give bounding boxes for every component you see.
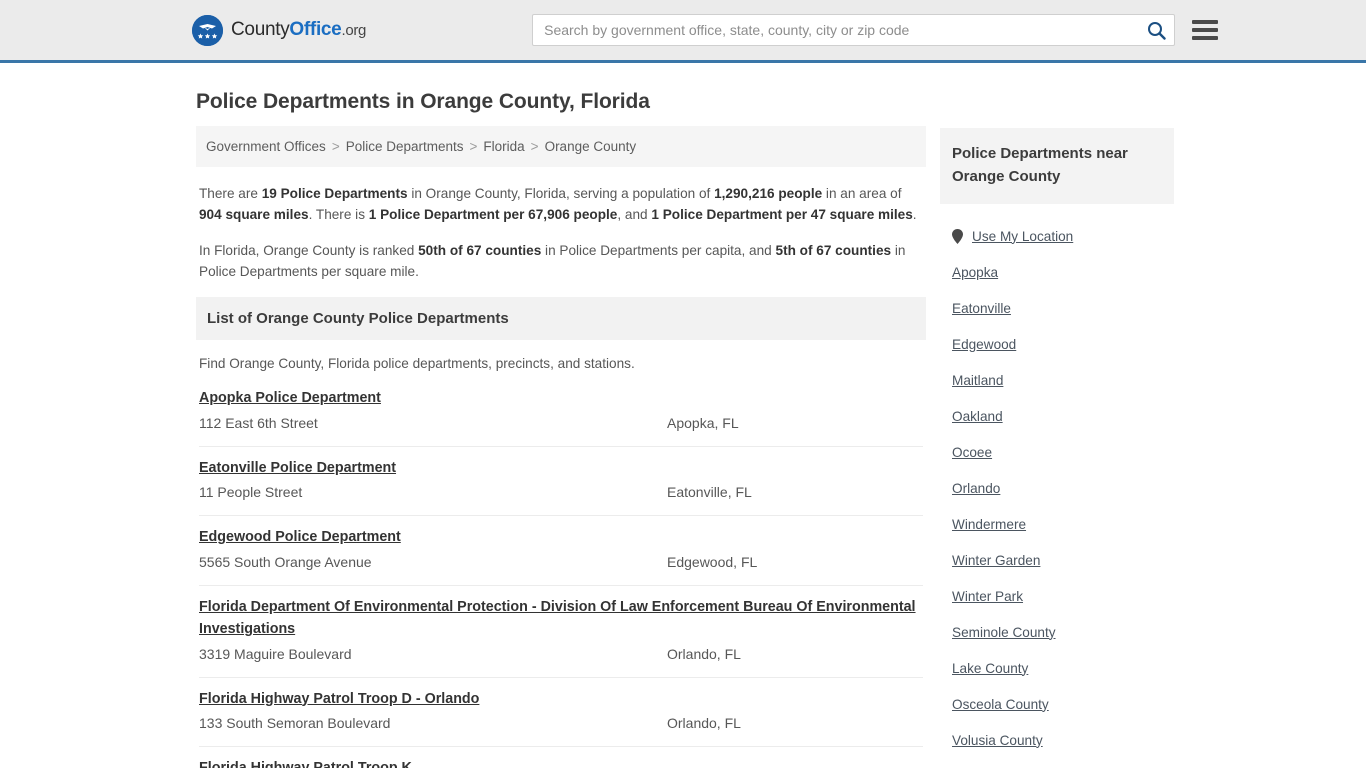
search-icon: [1147, 21, 1166, 40]
sidebar-item-winter-garden[interactable]: Winter Garden: [940, 542, 1174, 578]
sidebar-link-label: Eatonville: [952, 300, 1011, 316]
sidebar-item-maitland[interactable]: Maitland: [940, 362, 1174, 398]
department-city: Apopka, FL: [667, 414, 739, 431]
breadcrumb-item-1[interactable]: Government Offices: [206, 139, 326, 154]
menu-bar-2: [1192, 28, 1219, 32]
department-list: Apopka Police Department 112 East 6th Str…: [196, 381, 926, 768]
sidebar-link-label: Oakland: [952, 408, 1003, 424]
sidebar: Police Departments near Orange County Us…: [940, 63, 1174, 768]
sidebar-link-label: Osceola County: [952, 696, 1049, 712]
department-address: 133 South Semoran Boulevard: [199, 715, 391, 731]
menu-bar-3: [1192, 36, 1219, 40]
search-container: [532, 14, 1176, 46]
menu-bar-1: [1192, 20, 1219, 24]
sidebar-item-edgewood[interactable]: Edgewood: [940, 326, 1174, 362]
sidebar-item-oakland[interactable]: Oakland: [940, 398, 1174, 434]
breadcrumb-separator: >: [331, 139, 340, 154]
department-row: Florida Highway Patrol Troop D - Orlando…: [199, 678, 923, 747]
brand-tld: .org: [341, 22, 367, 39]
search-button[interactable]: [1143, 17, 1169, 43]
sidebar-item-use-my-location[interactable]: Use My Location: [940, 218, 1174, 254]
hamburger-menu-button[interactable]: [1192, 17, 1219, 43]
stats-paragraph: There are 19 Police Departments in Orang…: [199, 186, 917, 222]
department-row: Edgewood Police Department 5565 South Ora…: [199, 516, 923, 586]
list-subtext: Find Orange County, Florida police depar…: [199, 356, 635, 371]
sidebar-item-seminole-county[interactable]: Seminole County: [940, 614, 1174, 650]
sidebar-link-label: Seminole County: [952, 624, 1056, 640]
list-heading: List of Orange County Police Departments: [196, 297, 926, 340]
rank-paragraph: In Florida, Orange County is ranked 50th…: [199, 243, 906, 279]
sidebar-link-label: Lake County: [952, 660, 1029, 676]
use-my-location-label: Use My Location: [972, 228, 1074, 244]
sidebar-links: Use My Location Apopka Eatonville Edgewood…: [940, 218, 1174, 768]
sidebar-link-label: Windermere: [952, 516, 1027, 532]
department-city: Orlando, FL: [667, 715, 741, 731]
sidebar-item-ocoee[interactable]: Ocoee: [940, 434, 1174, 470]
search-input[interactable]: [532, 14, 1176, 46]
sidebar-link-label: Winter Park: [952, 588, 1024, 604]
sidebar-item-apopka[interactable]: Apopka: [940, 254, 1174, 290]
department-name-link[interactable]: Apopka Police Department: [199, 387, 923, 410]
page-title: Police Departments in Orange County, Flo…: [196, 90, 650, 113]
department-city: Edgewood, FL: [667, 553, 758, 570]
department-name-link[interactable]: Edgewood Police Department: [199, 526, 923, 549]
page-body: Police Departments in Orange County, Flo…: [0, 63, 1366, 768]
department-address: 3319 Maguire Boulevard: [199, 645, 352, 662]
department-row: Apopka Police Department 112 East 6th Str…: [199, 381, 923, 447]
sidebar-item-windermere[interactable]: Windermere: [940, 506, 1174, 542]
breadcrumb-separator: >: [469, 139, 478, 154]
breadcrumb-item-2[interactable]: Police Departments: [346, 139, 464, 154]
department-row: Florida Department Of Environmental Prot…: [199, 586, 923, 678]
map-pin-icon: [952, 228, 964, 244]
brand-part1: County: [231, 19, 290, 40]
sidebar-item-brevard-county[interactable]: Brevard County: [940, 758, 1174, 768]
breadcrumb-item-4[interactable]: Orange County: [545, 139, 637, 154]
department-name-link[interactable]: Florida Highway Patrol Troop D - Orlando: [199, 688, 923, 711]
sidebar-header-box: Police Departments near Orange County: [940, 128, 1174, 204]
sidebar-link-label: Ocoee: [952, 444, 993, 460]
department-address: 5565 South Orange Avenue: [199, 553, 372, 570]
intro-section: There are 19 Police Departments in Orang…: [196, 167, 926, 282]
main-content: Police Departments in Orange County, Flo…: [196, 63, 926, 768]
site-header: CountyOffice.org: [0, 0, 1366, 63]
department-name-link[interactable]: Eatonville Police Department: [199, 457, 923, 480]
sidebar-link-label: Volusia County: [952, 732, 1043, 748]
site-logo-text: CountyOffice.org: [231, 19, 366, 41]
site-logo-link[interactable]: CountyOffice.org: [192, 14, 366, 46]
sidebar-title: Police Departments near Orange County: [952, 145, 1128, 185]
breadcrumb-separator: >: [530, 139, 539, 154]
department-address: 112 East 6th Street: [199, 414, 318, 431]
sidebar-item-orlando[interactable]: Orlando: [940, 470, 1174, 506]
brand-part2: Office: [289, 19, 342, 40]
department-name-link[interactable]: Florida Highway Patrol Troop K: [199, 757, 923, 768]
sidebar-link-label: Edgewood: [952, 336, 1017, 352]
sidebar-link-label: Apopka: [952, 264, 999, 280]
sidebar-item-lake-county[interactable]: Lake County: [940, 650, 1174, 686]
department-address: 11 People Street: [199, 484, 303, 500]
department-row: Florida Highway Patrol Troop K: [199, 747, 923, 768]
sidebar-link-label: Winter Garden: [952, 552, 1041, 568]
sidebar-item-volusia-county[interactable]: Volusia County: [940, 722, 1174, 758]
sidebar-item-eatonville[interactable]: Eatonville: [940, 290, 1174, 326]
sidebar-link-label: Orlando: [952, 480, 1001, 496]
sidebar-item-osceola-county[interactable]: Osceola County: [940, 686, 1174, 722]
department-city: Orlando, FL: [667, 645, 741, 662]
breadcrumb: Government Offices > Police Departments > Fl…: [196, 126, 926, 167]
department-row: Eatonville Police Department 11 People St…: [199, 447, 923, 516]
eagle-shield-logo-icon: [192, 14, 223, 46]
department-name-link[interactable]: Florida Department Of Environmental Prot…: [199, 596, 923, 641]
sidebar-link-label: Maitland: [952, 372, 1004, 388]
breadcrumb-item-3[interactable]: Florida: [483, 139, 524, 154]
department-city: Eatonville, FL: [667, 484, 752, 500]
sidebar-item-winter-park[interactable]: Winter Park: [940, 578, 1174, 614]
